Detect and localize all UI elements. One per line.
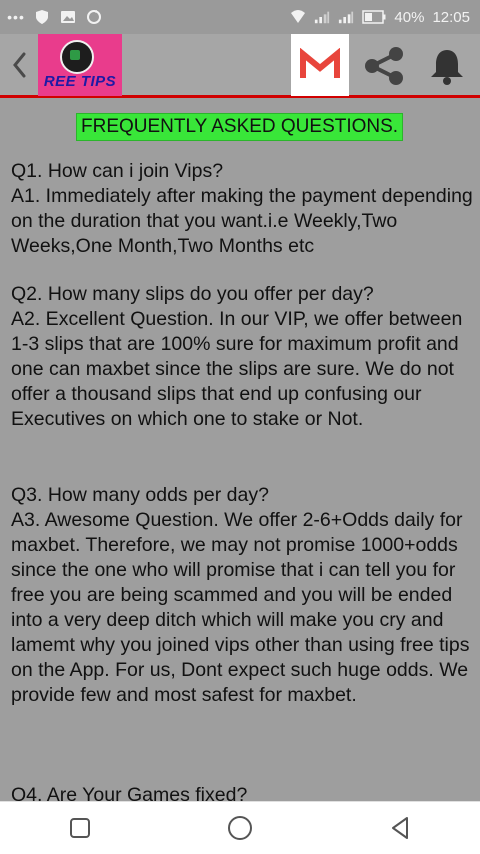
faq-answer: A3. Awesome Question. We offer 2-6+Odds … bbox=[11, 509, 470, 706]
home-button[interactable] bbox=[210, 808, 270, 848]
system-nav-bar bbox=[0, 801, 480, 854]
faq-question: Q3. How many odds per day? bbox=[11, 484, 269, 506]
gmail-button[interactable] bbox=[291, 34, 349, 96]
faq-title: FREQUENTLY ASKED QUESTIONS. bbox=[76, 113, 404, 141]
faq-answer: A2. Excellent Question. In our VIP, we o… bbox=[11, 308, 463, 430]
shield-icon bbox=[34, 9, 50, 25]
wifi-icon bbox=[290, 9, 306, 25]
status-right-icons: 40% 12:05 bbox=[290, 9, 480, 26]
status-left-icons: ••• bbox=[0, 9, 102, 25]
faq-answer: A1. Immediately after making the payment… bbox=[11, 185, 473, 257]
faq-question: Q4. Are Your Games fixed? bbox=[11, 784, 248, 801]
battery-percent: 40% bbox=[394, 8, 425, 26]
faq-question: Q2. How many slips do you offer per day? bbox=[11, 283, 374, 305]
gmail-icon bbox=[300, 48, 340, 78]
app-logo[interactable]: REE TIPS bbox=[38, 34, 122, 96]
faq-question: Q1. How can i join Vips? bbox=[11, 160, 224, 182]
sync-icon bbox=[86, 9, 102, 25]
football-icon bbox=[60, 40, 94, 74]
bell-icon bbox=[431, 50, 463, 85]
recents-icon bbox=[70, 818, 90, 838]
faq-item: Q1. How can i join Vips? A1. Immediately… bbox=[11, 159, 473, 259]
back-button[interactable] bbox=[8, 48, 30, 82]
more-icon: ••• bbox=[7, 9, 25, 25]
signal-icon bbox=[314, 9, 330, 25]
signal-icon bbox=[338, 9, 354, 25]
faq-content[interactable]: FREQUENTLY ASKED QUESTIONS. Q1. How can … bbox=[0, 101, 480, 801]
faq-item: Q3. How many odds per day? A3. Awesome Q… bbox=[11, 483, 473, 708]
share-icon bbox=[365, 47, 403, 85]
notification-button[interactable] bbox=[425, 46, 469, 86]
faq-item: Q4. Are Your Games fixed? bbox=[11, 783, 473, 801]
nav-back-button[interactable] bbox=[370, 808, 430, 848]
status-bar: ••• 40% 12:05 bbox=[0, 0, 480, 34]
share-button[interactable] bbox=[360, 46, 408, 86]
app-bar: REE TIPS bbox=[0, 34, 480, 98]
back-triangle-icon bbox=[392, 817, 408, 839]
logo-text: REE TIPS bbox=[43, 73, 117, 90]
faq-item: Q2. How many slips do you offer per day?… bbox=[11, 282, 473, 432]
back-icon bbox=[13, 52, 26, 78]
battery-icon bbox=[362, 9, 386, 25]
recents-button[interactable] bbox=[50, 808, 110, 848]
home-icon bbox=[228, 816, 252, 840]
clock: 12:05 bbox=[432, 8, 470, 26]
image-icon bbox=[60, 9, 76, 25]
